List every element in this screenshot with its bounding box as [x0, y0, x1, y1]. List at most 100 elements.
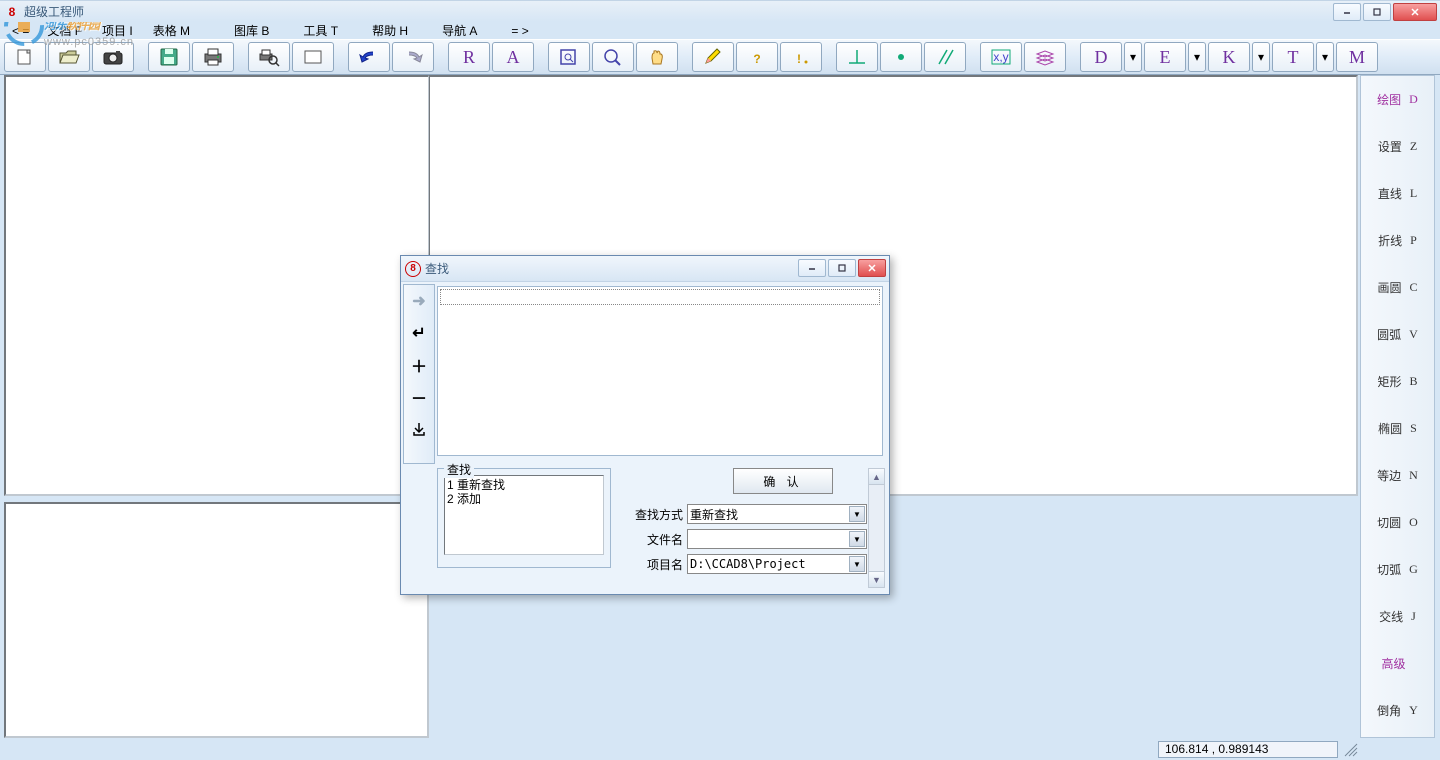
- search-print-button[interactable]: [248, 42, 290, 72]
- undo-button[interactable]: [348, 42, 390, 72]
- m-dropdown-button[interactable]: M: [1336, 42, 1378, 72]
- sb-ellipse[interactable]: 椭圆S: [1361, 405, 1434, 452]
- minimize-button[interactable]: [1333, 3, 1361, 21]
- close-button[interactable]: [1393, 3, 1437, 21]
- sb-draw[interactable]: 绘图D: [1361, 76, 1434, 123]
- help-icon-button[interactable]: ?: [736, 42, 778, 72]
- chevron-down-icon[interactable]: ▼: [849, 506, 865, 522]
- sb-intersect[interactable]: 交线J: [1361, 593, 1434, 640]
- list-item[interactable]: 2 添加: [447, 492, 601, 506]
- point-button[interactable]: [880, 42, 922, 72]
- sb-chamfer[interactable]: 倒角Y: [1361, 687, 1434, 734]
- resize-grip-icon[interactable]: [1342, 741, 1358, 757]
- dialog-scrollbar[interactable]: ▲ ▼: [868, 468, 885, 588]
- chevron-down-icon[interactable]: ▼: [849, 556, 865, 572]
- svg-text:x,y: x,y: [993, 50, 1008, 64]
- svg-text:?: ?: [753, 52, 760, 66]
- layers-button[interactable]: [1024, 42, 1066, 72]
- sb-polygon[interactable]: 等边N: [1361, 452, 1434, 499]
- open-folder-button[interactable]: [48, 42, 90, 72]
- minus-icon[interactable]: －: [407, 385, 431, 409]
- dialog-maximize-button[interactable]: [828, 259, 856, 277]
- window-title: 超级工程师: [24, 3, 84, 20]
- menu-nav[interactable]: 导航 A: [434, 21, 485, 40]
- a-tool-button[interactable]: A: [492, 42, 534, 72]
- project-combo[interactable]: D:\CCAD8\Project▼: [687, 554, 867, 574]
- sb-rect[interactable]: 矩形B: [1361, 358, 1434, 405]
- d-dropdown-arrow[interactable]: ▾: [1124, 42, 1142, 72]
- svg-text:!: !: [797, 52, 801, 66]
- t-dropdown-arrow[interactable]: ▾: [1316, 42, 1334, 72]
- menu-forward[interactable]: = >: [505, 23, 534, 39]
- k-dropdown-button[interactable]: K: [1208, 42, 1250, 72]
- k-dropdown-arrow[interactable]: ▾: [1252, 42, 1270, 72]
- print-button[interactable]: [192, 42, 234, 72]
- dialog-title-bar[interactable]: 8 查找: [401, 256, 889, 282]
- t-dropdown-button[interactable]: T: [1272, 42, 1314, 72]
- scroll-down-icon[interactable]: ▼: [869, 571, 884, 587]
- sb-tan-circle[interactable]: 切圆O: [1361, 499, 1434, 546]
- sb-arc[interactable]: 圆弧V: [1361, 311, 1434, 358]
- d-dropdown-button[interactable]: D: [1080, 42, 1122, 72]
- find-dialog: 8 查找 ➜ ↵ ＋ － 查找: [400, 255, 890, 595]
- sb-tan-arc[interactable]: 切弧G: [1361, 546, 1434, 593]
- toolbar: R A ? ! x,y D ▾ E ▾ K ▾ T ▾ M: [0, 39, 1440, 75]
- file-label: 文件名: [623, 531, 683, 548]
- new-file-button[interactable]: [4, 42, 46, 72]
- warning-icon-button[interactable]: !: [780, 42, 822, 72]
- search-fieldset: 查找 1 重新查找 2 添加: [437, 468, 611, 568]
- e-dropdown-arrow[interactable]: ▾: [1188, 42, 1206, 72]
- e-dropdown-button[interactable]: E: [1144, 42, 1186, 72]
- dialog-toolstrip: ➜ ↵ ＋ －: [403, 284, 435, 464]
- r-tool-button[interactable]: R: [448, 42, 490, 72]
- fieldset-label: 查找: [444, 461, 474, 478]
- sb-settings[interactable]: 设置Z: [1361, 123, 1434, 170]
- menu-library[interactable]: 图库 B: [226, 21, 277, 40]
- menu-back[interactable]: < =: [6, 23, 35, 39]
- search-list[interactable]: 1 重新查找 2 添加: [444, 475, 604, 555]
- sb-advanced[interactable]: 高级: [1361, 640, 1434, 687]
- redo-button[interactable]: [392, 42, 434, 72]
- method-combo[interactable]: 重新查找▼: [687, 504, 867, 524]
- list-item[interactable]: 1 重新查找: [447, 478, 601, 492]
- dialog-close-button[interactable]: [858, 259, 886, 277]
- chevron-down-icon[interactable]: ▼: [849, 531, 865, 547]
- scroll-up-icon[interactable]: ▲: [869, 469, 884, 485]
- pan-hand-button[interactable]: [636, 42, 678, 72]
- app-icon: 8: [4, 4, 20, 20]
- plus-icon[interactable]: ＋: [407, 353, 431, 377]
- blank-rect-button[interactable]: [292, 42, 334, 72]
- perpendicular-button[interactable]: [836, 42, 878, 72]
- sb-circle[interactable]: 画圆C: [1361, 264, 1434, 311]
- menu-project[interactable]: 项目 I: [94, 21, 141, 40]
- sb-line[interactable]: 直线L: [1361, 170, 1434, 217]
- method-label: 查找方式: [623, 506, 683, 523]
- maximize-button[interactable]: [1363, 3, 1391, 21]
- dialog-minimize-button[interactable]: [798, 259, 826, 277]
- status-coords: 106.814 , 0.989143: [1158, 741, 1338, 758]
- xy-coord-button[interactable]: x,y: [980, 42, 1022, 72]
- return-arrow-icon[interactable]: ↵: [407, 321, 431, 345]
- bottom-left-pane[interactable]: [4, 502, 429, 738]
- zoom-button[interactable]: [592, 42, 634, 72]
- menu-tools[interactable]: 工具 T: [295, 21, 346, 40]
- main-window: 河东软件园 www.pc0359.cn 8 超级工程师 < = 文档 F 项目 …: [0, 0, 1440, 760]
- ok-button[interactable]: 确 认: [733, 468, 833, 494]
- pencil-button[interactable]: [692, 42, 734, 72]
- menu-file[interactable]: 文档 F: [39, 21, 90, 40]
- dialog-text-area[interactable]: [437, 286, 883, 456]
- parallel-lines-button[interactable]: [924, 42, 966, 72]
- project-label: 项目名: [623, 556, 683, 573]
- dialog-title: 查找: [425, 260, 449, 277]
- download-icon[interactable]: [407, 417, 431, 441]
- menu-help[interactable]: 帮助 H: [364, 21, 416, 40]
- save-green-button[interactable]: [148, 42, 190, 72]
- forward-arrow-icon[interactable]: ➜: [407, 289, 431, 313]
- camera-button[interactable]: [92, 42, 134, 72]
- file-combo[interactable]: ▼: [687, 529, 867, 549]
- left-pane[interactable]: [4, 75, 429, 496]
- zoom-window-button[interactable]: [548, 42, 590, 72]
- menu-table[interactable]: 表格 M: [145, 21, 198, 40]
- dialog-icon: 8: [405, 261, 421, 277]
- sb-polyline[interactable]: 折线P: [1361, 217, 1434, 264]
